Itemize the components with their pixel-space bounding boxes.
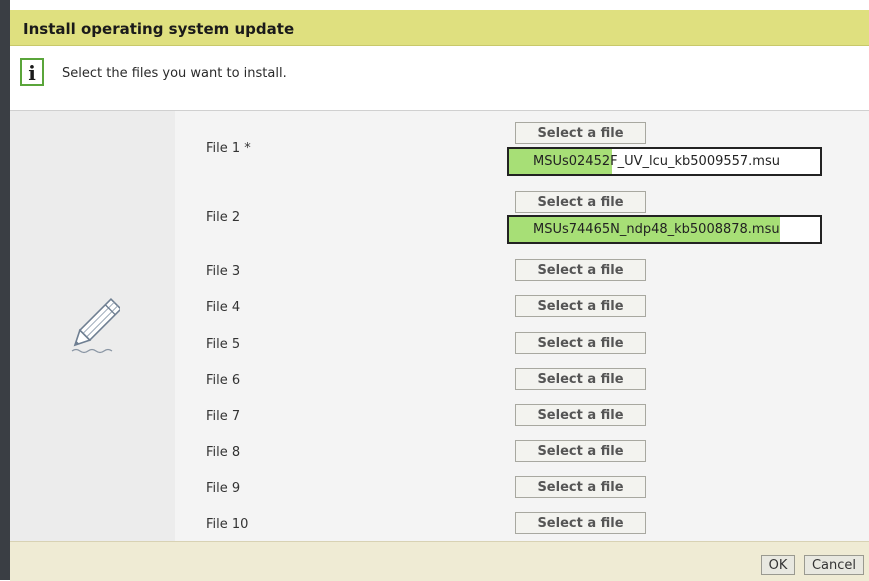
select-file-3-button[interactable]: Select a file <box>515 259 646 281</box>
select-file-6-button[interactable]: Select a file <box>515 368 646 390</box>
ok-button[interactable]: OK <box>761 555 795 575</box>
file-4-label: File 4 <box>206 300 241 315</box>
select-file-4-button[interactable]: Select a file <box>515 295 646 317</box>
file-1-name: MSUs02452F_UV_lcu_kb5009557.msu <box>533 154 780 169</box>
file-1-label: File 1 * <box>206 141 251 156</box>
file-10-label: File 10 <box>206 517 249 532</box>
file-6-label: File 6 <box>206 373 241 388</box>
dialog-footer: OK Cancel <box>10 541 869 581</box>
info-icon: i <box>20 58 44 86</box>
file-7-label: File 7 <box>206 409 241 424</box>
file-2-label: File 2 <box>206 210 241 225</box>
file-selection-area: File 1 * Select a file MSUs02452F_UV_lcu… <box>10 111 869 541</box>
side-panel <box>10 111 175 541</box>
dialog-title: Install operating system update <box>23 20 295 38</box>
file-2-name: MSUs74465N_ndp48_kb5008878.msu <box>533 222 780 237</box>
file-9-label: File 9 <box>206 481 241 496</box>
file-5-label: File 5 <box>206 337 241 352</box>
info-bar: i Select the files you want to install. <box>10 46 869 111</box>
cancel-button[interactable]: Cancel <box>804 555 864 575</box>
pencil-icon <box>71 297 120 354</box>
window-left-edge <box>0 0 10 580</box>
file-1-field[interactable]: MSUs02452F_UV_lcu_kb5009557.msu <box>507 147 822 176</box>
select-file-5-button[interactable]: Select a file <box>515 332 646 354</box>
file-2-field[interactable]: MSUs74465N_ndp48_kb5008878.msu <box>507 215 822 244</box>
file-3-label: File 3 <box>206 264 241 279</box>
select-file-8-button[interactable]: Select a file <box>515 440 646 462</box>
dialog-title-bar: Install operating system update <box>10 10 869 46</box>
select-file-1-button[interactable]: Select a file <box>515 122 646 144</box>
file-8-label: File 8 <box>206 445 241 460</box>
select-file-10-button[interactable]: Select a file <box>515 512 646 534</box>
info-text: Select the files you want to install. <box>62 66 287 81</box>
select-file-2-button[interactable]: Select a file <box>515 191 646 213</box>
select-file-7-button[interactable]: Select a file <box>515 404 646 426</box>
install-update-dialog: Install operating system update i Select… <box>0 0 869 581</box>
top-edge <box>0 0 869 8</box>
select-file-9-button[interactable]: Select a file <box>515 476 646 498</box>
